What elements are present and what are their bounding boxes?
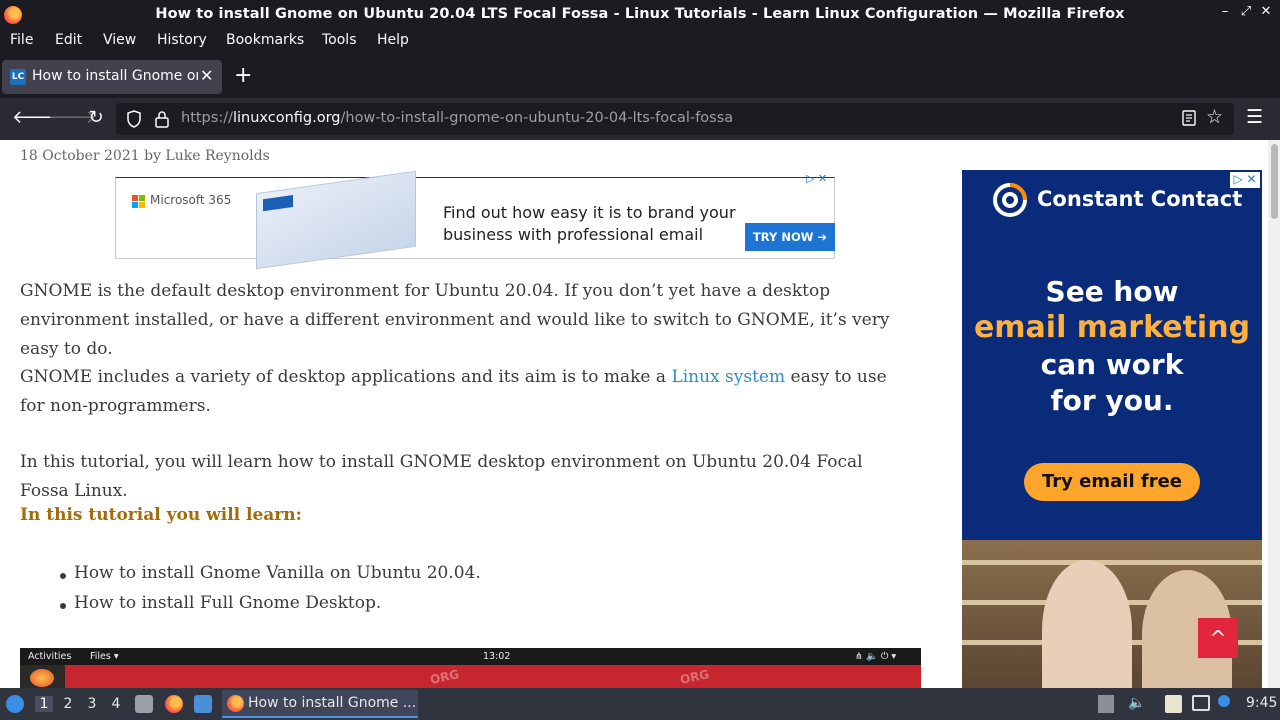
taskbar-window-label: How to install Gnome ...	[248, 695, 417, 711]
screenshot-dock	[20, 665, 65, 688]
top-banner-ad[interactable]: Microsoft 365 Find out how easy it is to…	[115, 170, 835, 270]
menu-bar: File Edit View History Bookmarks Tools H…	[0, 29, 1280, 54]
ad-person	[1042, 560, 1132, 688]
paragraph-2: GNOME includes a variety of desktop appl…	[20, 363, 910, 421]
screenshot-tray-icons: ⋔ 🔈 ⏻ ▾	[855, 651, 897, 662]
new-tab-button[interactable]: +	[234, 65, 252, 87]
network-icon[interactable]	[1192, 695, 1210, 711]
ad-headline-3: can work	[1040, 348, 1184, 381]
list-item: How to install Gnome Vanilla on Ubuntu 2…	[60, 563, 481, 583]
notification-icon[interactable]	[1218, 695, 1230, 707]
system-taskbar: 1 2 3 4 How to install Gnome ... 🔈 9:45	[0, 688, 1280, 720]
ad-close-icon[interactable]: ▷ ✕	[1230, 172, 1260, 188]
menu-view[interactable]: View	[103, 32, 136, 48]
workspace-3[interactable]: 3	[83, 696, 101, 712]
reader-view-icon[interactable]	[1181, 109, 1197, 127]
menu-help[interactable]: Help	[377, 32, 409, 48]
microsoft-logo-icon	[132, 195, 146, 209]
linux-system-link[interactable]: Linux system	[671, 367, 785, 387]
tab-close-icon[interactable]: ✕	[200, 66, 213, 85]
list-item: How to install Full Gnome Desktop.	[59, 593, 382, 613]
linuxconfig-favicon-icon: LC	[10, 69, 26, 85]
menu-edit[interactable]: Edit	[55, 32, 82, 48]
try-email-free-button[interactable]: Try email free	[1024, 463, 1200, 501]
scrollbar-thumb[interactable]	[1271, 144, 1278, 219]
tracking-protection-shield-icon[interactable]	[126, 110, 142, 128]
firefox-launcher-icon[interactable]	[165, 695, 183, 713]
window-titlebar: How to install Gnome on Ubuntu 20.04 LTS…	[0, 0, 1280, 29]
ad-product-image	[256, 170, 416, 270]
workspace-1[interactable]: 1	[35, 696, 53, 712]
workspace-4[interactable]: 4	[107, 696, 125, 712]
file-manager-icon[interactable]	[135, 695, 153, 713]
tab-active[interactable]: LC How to install Gnome on Ubuntu 20.04 …	[2, 60, 222, 94]
window-title: How to install Gnome on Ubuntu 20.04 LTS…	[155, 6, 1125, 22]
screenshot-clock: 13:02	[483, 651, 511, 662]
ad-choices-icon[interactable]: ▷ ✕	[806, 172, 827, 185]
ad-try-now-button[interactable]: TRY NOW ➔	[745, 223, 835, 251]
lock-icon[interactable]	[154, 110, 170, 128]
menu-history[interactable]: History	[157, 32, 207, 48]
maximize-button[interactable]: ⤢	[1237, 4, 1255, 19]
ad-photo-image	[962, 540, 1262, 688]
menu-tools[interactable]: Tools	[322, 32, 357, 48]
paragraph-3: In this tutorial, you will learn how to …	[20, 452, 863, 501]
start-menu-icon[interactable]	[6, 695, 24, 713]
side-banner-ad[interactable]: ▷ ✕ Constant Contact See how email marke…	[962, 170, 1262, 688]
ad-headline-2: email marketing	[973, 310, 1251, 345]
url-path: /how-to-install-gnome-on-ubuntu-20-04-lt…	[340, 110, 734, 126]
back-button[interactable]: 🡐	[12, 107, 60, 128]
workspace-2[interactable]: 2	[59, 696, 77, 712]
tab-bar: LC How to install Gnome on Ubuntu 20.04 …	[0, 54, 1280, 98]
tray-eject-icon[interactable]	[1098, 695, 1114, 713]
firefox-icon	[227, 695, 244, 712]
watermark: ORG	[678, 667, 711, 687]
taskbar-window-button[interactable]: How to install Gnome ...	[222, 690, 418, 718]
clock: 9:45	[1246, 695, 1278, 711]
web-page: 18 October 2021 by Luke Reynolds Microso…	[0, 140, 1280, 688]
reload-button[interactable]: ↻	[84, 107, 108, 128]
screenshot-firefox-icon	[30, 669, 54, 687]
close-window-button[interactable]: ✕	[1257, 4, 1275, 19]
volume-icon[interactable]: 🔈	[1128, 695, 1145, 711]
forward-button[interactable]: 🡒	[48, 107, 96, 128]
screenshot-files-menu: Files ▾	[90, 651, 119, 662]
ad-headline-4: for you.	[1050, 384, 1174, 417]
menu-file[interactable]: File	[10, 32, 33, 48]
learn-heading: In this tutorial you will learn:	[20, 505, 302, 525]
desktop-icon[interactable]	[194, 695, 212, 713]
screenshot-activities: Activities	[28, 651, 72, 662]
screenshot-gnome-topbar: Activities Files ▾ 13:02 ⋔ 🔈 ⏻ ▾	[20, 648, 921, 665]
ad-brand: Microsoft 365	[150, 193, 232, 207]
navigation-toolbar: 🡐 🡒 ↻ https://linuxconfig.org/how-to-ins…	[0, 98, 1280, 140]
url-bar[interactable]: https://linuxconfig.org/how-to-install-g…	[116, 103, 1234, 135]
menu-bookmarks[interactable]: Bookmarks	[226, 32, 304, 48]
article-screenshot-image: Activities Files ▾ 13:02 ⋔ 🔈 ⏻ ▾ ORG ORG	[20, 648, 921, 688]
minimize-button[interactable]: –	[1216, 4, 1234, 19]
url-text[interactable]: https://linuxconfig.org/how-to-install-g…	[181, 110, 733, 126]
ad-headline: Find out how easy it is to brand your bu…	[443, 203, 736, 244]
url-host: linuxconfig.org	[232, 110, 341, 126]
paragraph-2-text: GNOME includes a variety of desktop appl…	[20, 367, 672, 387]
article-meta: 18 October 2021 by Luke Reynolds	[20, 148, 270, 164]
tab-label: How to install Gnome on Ubuntu 20.04 LTS…	[32, 68, 198, 84]
page-scrollbar[interactable]	[1268, 140, 1280, 688]
paragraph-1: GNOME is the default desktop environment…	[20, 281, 890, 359]
clipboard-icon[interactable]	[1165, 695, 1182, 713]
ad-brand: Constant Contact	[1037, 187, 1243, 211]
watermark: ORG	[428, 667, 461, 687]
scroll-to-top-button[interactable]: ^	[1198, 618, 1238, 658]
bookmark-star-icon[interactable]: ☆	[1206, 106, 1223, 128]
url-scheme: https://	[181, 110, 233, 126]
constant-contact-logo-icon	[993, 183, 1027, 217]
ad-headline-1: See how	[1045, 275, 1179, 308]
app-menu-hamburger-icon[interactable]: ☰	[1246, 106, 1263, 128]
